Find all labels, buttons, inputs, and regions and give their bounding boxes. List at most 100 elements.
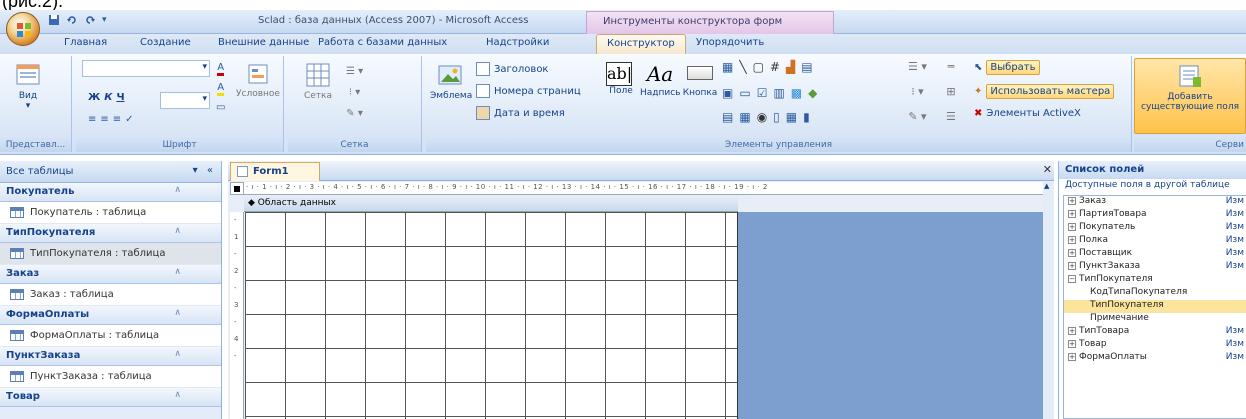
nav-group-header[interactable]: Товар ∧ xyxy=(0,388,221,407)
chart-icon[interactable]: ▟ xyxy=(786,60,795,74)
nav-group-header[interactable]: ПунктЗаказа ∧ xyxy=(0,347,221,366)
edit-table-link[interactable]: Изм xyxy=(1226,196,1244,206)
edit-table-link[interactable]: Изм xyxy=(1226,326,1244,336)
expand-icon[interactable]: + xyxy=(1068,222,1076,231)
tab-control-icon[interactable]: ▦ xyxy=(722,60,733,74)
form-selector[interactable] xyxy=(230,182,244,195)
collapse-icon[interactable]: ∧ xyxy=(174,308,181,318)
collapse-icon[interactable]: ∧ xyxy=(174,226,181,236)
option-icon[interactable]: ◉ xyxy=(757,110,767,124)
align-center-icon[interactable]: ≡ xyxy=(100,114,108,125)
line-type-icon[interactable]: ⁝ ▾ xyxy=(911,85,924,98)
collapse-icon[interactable]: − xyxy=(1068,274,1076,283)
document-tab-form1[interactable]: Form1 xyxy=(230,162,320,181)
gridlines-button[interactable]: Сетка xyxy=(296,62,340,101)
tab-design[interactable]: Конструктор xyxy=(596,34,686,54)
date-time-button[interactable]: Дата и время xyxy=(476,106,565,120)
align-right-icon[interactable]: ≡ xyxy=(113,114,121,125)
tab-addins[interactable]: Надстройки xyxy=(486,37,549,48)
field-list-table[interactable]: + ПартияТовара Изм xyxy=(1064,209,1246,222)
collapse-icon[interactable]: ∧ xyxy=(174,185,181,195)
edit-table-link[interactable]: Изм xyxy=(1226,222,1244,232)
add-existing-fields-button[interactable]: Добавить существующие поля xyxy=(1134,58,1246,134)
option-group-icon[interactable]: ▭ xyxy=(739,86,750,100)
tab-external-data[interactable]: Внешние данные xyxy=(218,37,309,48)
expand-icon[interactable]: + xyxy=(1068,248,1076,257)
nav-group-header[interactable]: ФормаОплаты ∧ xyxy=(0,306,221,325)
expand-icon[interactable]: + xyxy=(1068,261,1076,270)
listbox-icon[interactable]: ▥ xyxy=(773,86,784,100)
nav-group-header[interactable]: Заказ ∧ xyxy=(0,265,221,284)
set-default-icon[interactable]: ═ xyxy=(948,60,955,73)
customize-qat-icon[interactable]: ▾ xyxy=(102,15,107,25)
conditional-format-button[interactable]: Условное xyxy=(236,62,280,99)
expand-icon[interactable]: + xyxy=(1068,209,1076,218)
undo-icon[interactable] xyxy=(66,14,78,26)
field-list-table[interactable]: + Полка Изм xyxy=(1064,235,1246,248)
field-list-field[interactable]: ТипПокупателя xyxy=(1064,300,1246,313)
attachment-icon[interactable]: ▯ xyxy=(773,110,780,124)
subform-icon[interactable]: ▤ xyxy=(801,60,812,74)
property-icon[interactable]: ☰ xyxy=(946,110,956,123)
nav-item-table[interactable]: ФормаОплаты : таблица xyxy=(0,325,221,347)
field-button[interactable]: ab| Поле xyxy=(606,62,636,96)
select-button[interactable]: ⬉ Выбрать xyxy=(974,60,1040,75)
vertical-scrollbar[interactable]: ▲ xyxy=(1043,182,1053,419)
nav-item-table[interactable]: Заказ : таблица xyxy=(0,284,221,306)
scroll-up-icon[interactable]: ▲ xyxy=(1044,182,1049,190)
field-list-table[interactable]: + Поставщик Изм xyxy=(1064,248,1246,261)
fill-color-icon[interactable]: A xyxy=(217,82,225,96)
expand-icon[interactable]: + xyxy=(1068,235,1076,244)
tab-create[interactable]: Создание xyxy=(140,37,191,48)
expand-icon[interactable]: + xyxy=(1068,196,1076,205)
edit-table-link[interactable]: Изм xyxy=(1226,352,1244,362)
italic-button[interactable]: К xyxy=(104,92,112,103)
form-design-grid[interactable] xyxy=(245,212,738,419)
redo-icon[interactable] xyxy=(84,14,96,26)
hyperlink-icon[interactable]: ▦ xyxy=(786,110,797,124)
edit-table-link[interactable]: Изм xyxy=(1226,235,1244,245)
field-list-table[interactable]: + ТипТовара Изм xyxy=(1064,326,1246,339)
field-list-table[interactable]: + Покупатель Изм xyxy=(1064,222,1246,235)
list-icon[interactable]: ▤ xyxy=(722,110,733,124)
nav-item-table[interactable]: ПунктЗаказа : таблица xyxy=(0,366,221,388)
tab-database-tools[interactable]: Работа с базами данных xyxy=(318,37,447,48)
bound-frame-icon[interactable]: ▩ xyxy=(791,86,802,100)
gridline-width-icon[interactable]: ⁝ ▾ xyxy=(349,87,360,98)
tab-home[interactable]: Главная xyxy=(64,37,107,48)
align-left-icon[interactable]: ≡ xyxy=(88,114,96,125)
field-list-table[interactable]: + ФормаОплаты Изм xyxy=(1064,352,1246,365)
font-size-combo[interactable] xyxy=(160,92,210,109)
activex-button[interactable]: ✖ Элементы ActiveX xyxy=(974,108,1081,119)
underline-button[interactable]: Ч xyxy=(116,92,124,103)
logo-button[interactable]: Эмблема xyxy=(430,62,472,101)
rectangle-icon[interactable]: ▢ xyxy=(753,60,764,74)
font-color-icon[interactable]: A xyxy=(217,62,225,76)
nav-item-table[interactable]: Покупатель : таблица xyxy=(0,202,221,224)
detail-section-bar[interactable]: ◆ Область данных xyxy=(244,196,738,212)
nav-group-header[interactable]: Покупатель ∧ xyxy=(0,183,221,202)
unbound-frame-icon[interactable]: ▦ xyxy=(739,110,750,124)
special-effect-icon[interactable]: ✎ ▾ xyxy=(908,110,926,123)
line-icon[interactable]: ╲ xyxy=(739,60,746,74)
font-name-combo[interactable] xyxy=(82,60,210,77)
gridline-style-icon[interactable]: ☰ ▾ xyxy=(346,66,363,77)
toggle-icon[interactable]: # xyxy=(770,60,780,74)
field-list-table[interactable]: + Товар Изм xyxy=(1064,339,1246,352)
office-button[interactable] xyxy=(6,12,40,46)
title-button[interactable]: Заголовок xyxy=(476,62,548,76)
view-button[interactable]: Вид ▾ xyxy=(8,62,48,111)
line-thickness-icon[interactable]: ☰ ▾ xyxy=(908,60,927,73)
collapse-icon[interactable]: ∧ xyxy=(174,349,181,359)
edit-table-link[interactable]: Изм xyxy=(1226,209,1244,219)
bold-button[interactable]: Ж xyxy=(88,92,100,103)
nav-group-header[interactable]: ТипПокупателя ∧ xyxy=(0,224,221,243)
collapse-icon[interactable]: ∧ xyxy=(174,267,181,277)
format-painter-icon[interactable]: ✓ xyxy=(125,114,133,125)
button-control-button[interactable]: Кнопка xyxy=(682,62,718,98)
field-list-field[interactable]: КодТипаПокупателя xyxy=(1064,287,1246,300)
tab-arrange[interactable]: Упорядочить xyxy=(696,37,764,48)
expand-icon[interactable]: + xyxy=(1068,352,1076,361)
page-break-icon[interactable]: ▮ xyxy=(803,110,810,124)
edit-table-link[interactable]: Изм xyxy=(1226,248,1244,258)
